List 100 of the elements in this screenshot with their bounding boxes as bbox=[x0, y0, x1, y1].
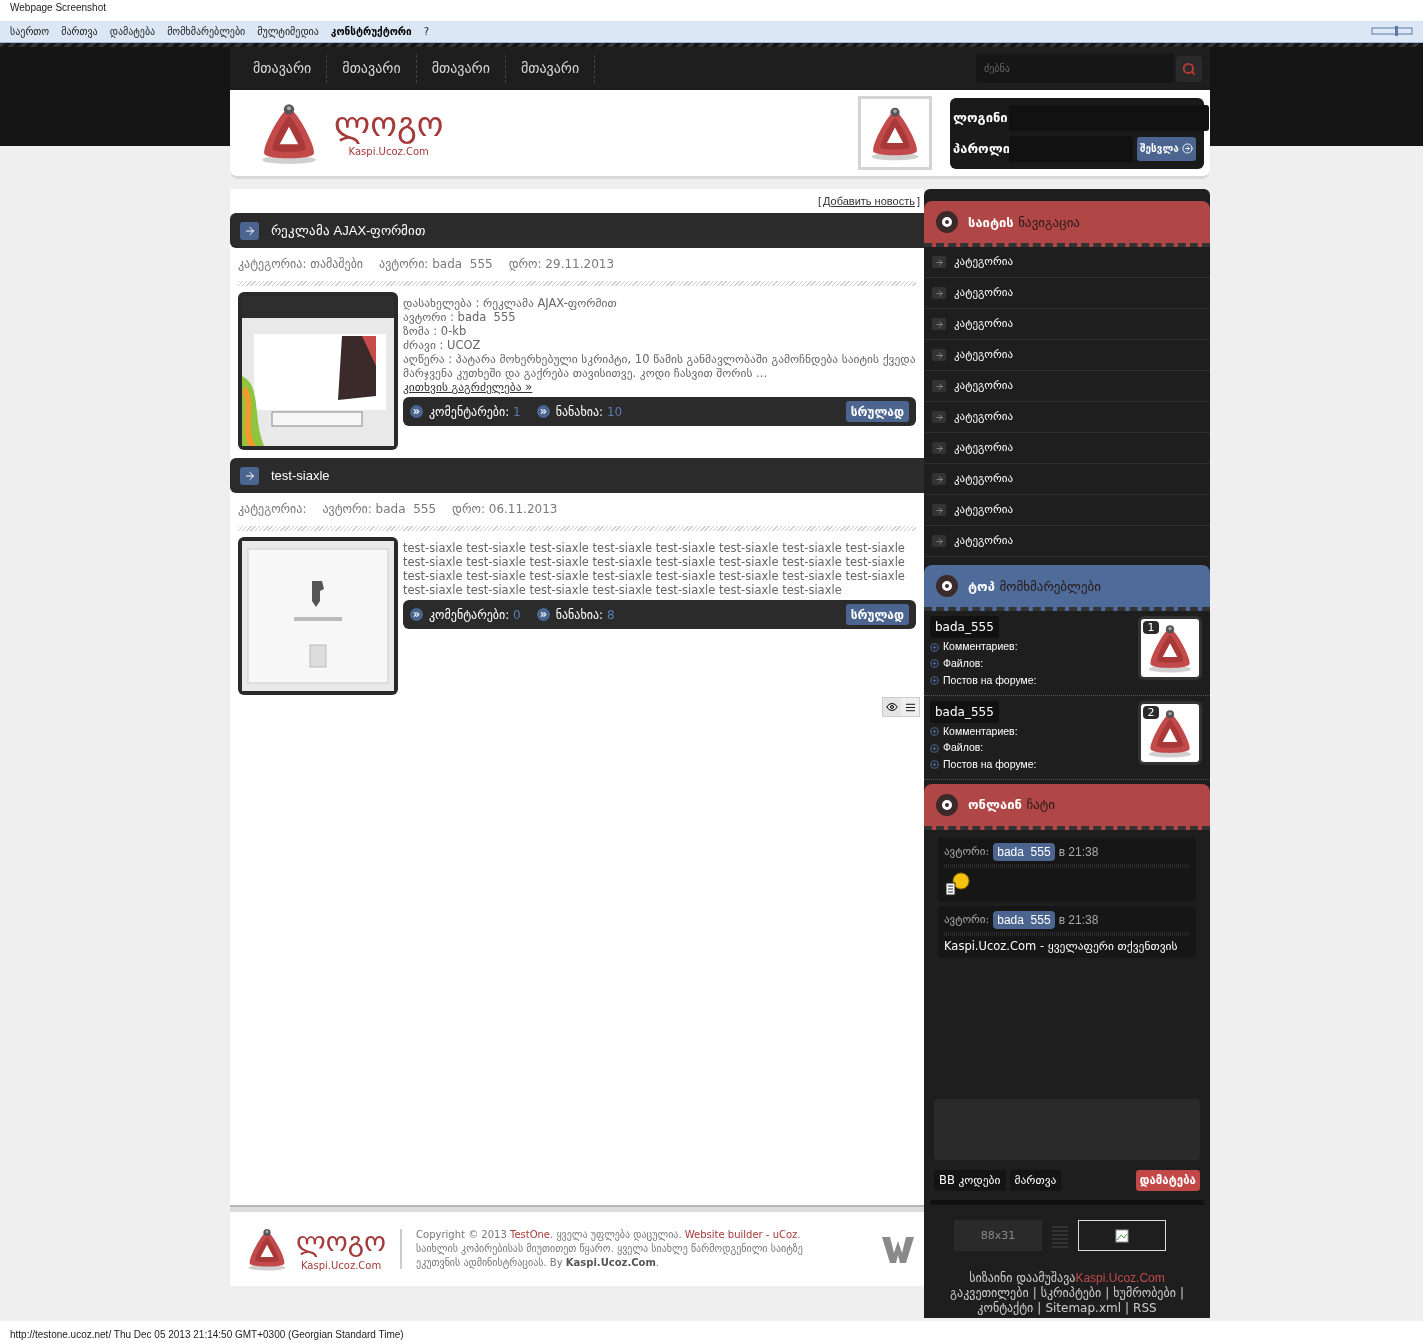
admin-menu-item[interactable]: კონსტრუქტორი bbox=[330, 23, 412, 39]
plus-icon bbox=[930, 642, 939, 652]
chevron-icon bbox=[536, 608, 550, 622]
chevron-icon bbox=[536, 405, 550, 419]
footer-nav-link[interactable]: სკრიპტები bbox=[1040, 1286, 1102, 1302]
author-name[interactable]: bada 555 bbox=[993, 910, 1055, 929]
login-button[interactable]: შესვლა bbox=[1137, 136, 1196, 161]
bracket-text: [ bbox=[817, 194, 821, 210]
admin-menu-item[interactable]: მართვა bbox=[61, 23, 98, 39]
admin-menu-item[interactable]: დამატება bbox=[109, 23, 156, 39]
read-full-button[interactable]: სრულად bbox=[845, 401, 909, 423]
footer-nav-link[interactable]: გაკვეთილები bbox=[950, 1286, 1029, 1302]
search-field[interactable]: ძებნა bbox=[976, 54, 1174, 84]
footer-logo-text: ლოგო bbox=[296, 1225, 387, 1258]
counter-badge[interactable]: 88x31 bbox=[954, 1220, 1042, 1252]
post-meta: კატეგორია: bbox=[238, 501, 307, 519]
post-meta: დრო: 06.11.2013 bbox=[452, 501, 558, 519]
admin-menu-item[interactable]: მულტიმედია bbox=[257, 23, 319, 39]
footer-logo-subtitle: Kaspi.Ucoz.Com bbox=[300, 1258, 382, 1273]
admin-menu-item[interactable]: საერთო bbox=[10, 23, 50, 39]
toolbar-handle-icon bbox=[1371, 25, 1413, 38]
sidebar-nav-item[interactable]: კატეგორია bbox=[924, 433, 1210, 465]
user-name[interactable]: bada_555 bbox=[930, 616, 999, 639]
link-separator: | bbox=[1037, 1301, 1042, 1317]
read-more-link[interactable]: კითხვის გაგრძელება » bbox=[403, 380, 533, 395]
post-title[interactable]: test-siaxle bbox=[271, 466, 330, 486]
search-button[interactable] bbox=[1176, 55, 1202, 82]
views-count: ნანახია: 10 bbox=[555, 403, 623, 421]
footer-nav-link[interactable]: კონტაქტი bbox=[977, 1301, 1034, 1317]
user-stat: Комментариев: bbox=[943, 723, 1018, 739]
post-meta: კატეგორია: თამაშები bbox=[238, 256, 364, 274]
footer-nav-link[interactable]: ხუმრობები bbox=[1113, 1286, 1176, 1302]
author-label: ავტორი: bbox=[944, 911, 990, 928]
footer-nav-link[interactable]: Sitemap.xml bbox=[1045, 1301, 1122, 1317]
password-label: პაროლი bbox=[953, 140, 1007, 159]
credit-link[interactable]: Kaspi.Ucoz.Com bbox=[1075, 1271, 1165, 1286]
author-name[interactable]: bada 555 bbox=[993, 842, 1055, 861]
post-meta: ავტორი: bada 555 bbox=[322, 501, 437, 519]
logo-text: ლოგო bbox=[334, 103, 444, 144]
message-time: в 21:38 bbox=[1058, 843, 1099, 861]
admin-menu-item[interactable]: მომხმარებლები bbox=[167, 23, 246, 39]
user-stat: Файлов: bbox=[943, 656, 984, 672]
block-title: საიტის ნავიგაცია bbox=[968, 213, 1080, 232]
credit-text: სიზაინი დაამუშავაKaspi.Ucoz.Com bbox=[969, 1271, 1165, 1287]
sidebar-nav-item[interactable]: კატეგორია bbox=[924, 247, 1210, 279]
list-icon[interactable] bbox=[901, 698, 919, 717]
sidebar-nav-item[interactable]: კატეგორია bbox=[924, 278, 1210, 310]
ring-icon bbox=[936, 793, 958, 816]
ring-icon bbox=[936, 575, 958, 598]
sidebar-nav-item[interactable]: კატეგორია bbox=[924, 495, 1210, 527]
chat-tool-button[interactable]: BB კოდები bbox=[934, 1170, 1006, 1192]
nav-link[interactable]: მთავარი bbox=[327, 54, 417, 83]
nav-link[interactable]: მთავარი bbox=[505, 54, 596, 83]
user-name[interactable]: bada_555 bbox=[930, 700, 999, 723]
plus-icon bbox=[930, 743, 939, 753]
sidebar-nav-item[interactable]: კატეგორია bbox=[924, 526, 1210, 558]
sidebar-nav-item[interactable]: კატეგორია bbox=[924, 340, 1210, 372]
nav-link[interactable]: მთავარი bbox=[416, 54, 506, 83]
plus-icon bbox=[930, 659, 939, 669]
bracket-text: ] bbox=[916, 194, 920, 210]
link-separator: | bbox=[1105, 1286, 1110, 1302]
send-button[interactable]: დამატება bbox=[1135, 1170, 1200, 1192]
block-title: ონლაინ ჩატი bbox=[968, 796, 1056, 815]
post-meta: ავტორი: bada 555 bbox=[379, 256, 493, 274]
user-stat: Файлов: bbox=[943, 740, 984, 756]
sidebar-nav-item[interactable]: კატეგორია bbox=[924, 402, 1210, 434]
search-icon bbox=[1182, 61, 1196, 76]
chevron-icon bbox=[410, 405, 423, 419]
chat-tool-button[interactable]: მართვა bbox=[1009, 1170, 1062, 1192]
sidebar-nav-item[interactable]: კატეგორია bbox=[924, 371, 1210, 403]
post-text: ძრავი : UCOZ bbox=[403, 338, 482, 353]
admin-menu-item[interactable]: ? bbox=[423, 23, 429, 39]
login-label: ლოგინი bbox=[953, 109, 1007, 128]
link-separator: | bbox=[1032, 1286, 1037, 1301]
ring-icon bbox=[936, 211, 958, 234]
login-input[interactable] bbox=[1009, 104, 1209, 131]
status-bar-text: http://testone.ucoz.net/ Thu Dec 05 2013 21:14:50 GMT+0300 (Georgian Standard Time) bbox=[10, 1328, 404, 1342]
copyright-text: Copyright © 2013 TestOne. ყველა უფლება დაცულია. Website builder - uCoz. საიხლის კოპირებისას მიუთითეთ წყარო. ყველა სიახლე წარმოდგენილი საიტზე ეკუთვნის ადმინისტრაციას. By Kaspi.Ucoz.Com. bbox=[416, 1228, 804, 1271]
comments-count: კომენტარები: 0 bbox=[429, 606, 521, 624]
chevron-icon bbox=[410, 608, 423, 622]
add-news-link[interactable]: Добавить новость bbox=[822, 193, 915, 210]
sidebar-nav-item[interactable]: კატეგორია bbox=[924, 464, 1210, 496]
post-title[interactable]: რეკლამა AJAX-ფორმით bbox=[271, 221, 426, 241]
post-text: ავტორი : bada 555 bbox=[403, 310, 517, 325]
comments-count: კომენტარები: 1 bbox=[429, 403, 521, 421]
link-separator: | bbox=[1125, 1301, 1130, 1317]
author-label: ავტორი: bbox=[944, 843, 990, 860]
user-stat: Постов на форуме: bbox=[943, 757, 1037, 773]
sidebar-nav-item[interactable]: კატეგორია bbox=[924, 309, 1210, 341]
plus-icon bbox=[930, 676, 939, 686]
nav-link[interactable]: მთავარი bbox=[238, 54, 328, 83]
footer-nav-link[interactable]: RSS bbox=[1133, 1301, 1157, 1317]
post-text: test-siaxle test-siaxle test-siaxle test-siaxle test-siaxle test-siaxle test-siaxle test-siaxle test-siaxle test-siaxle test-siaxle test-siaxle test-siaxle test-siaxle test-siaxle test-siaxle test-siaxle test-siaxle test-siaxle test-siaxle test-siaxle test-siaxle test-siaxle test-siaxle test-siaxle test-siaxle test-siaxle test-siaxle test-siaxle test-siaxle test-siaxle bbox=[403, 541, 906, 598]
page-caption: Webpage Screenshot bbox=[10, 1, 106, 15]
footer-link[interactable]: TestOne bbox=[509, 1229, 551, 1241]
eye-icon[interactable] bbox=[883, 698, 901, 717]
link-separator: | bbox=[1179, 1286, 1184, 1302]
message-time: в 21:38 bbox=[1058, 911, 1099, 929]
broken-image-icon bbox=[1115, 1228, 1129, 1243]
read-full-button[interactable]: სრულად bbox=[845, 604, 909, 626]
